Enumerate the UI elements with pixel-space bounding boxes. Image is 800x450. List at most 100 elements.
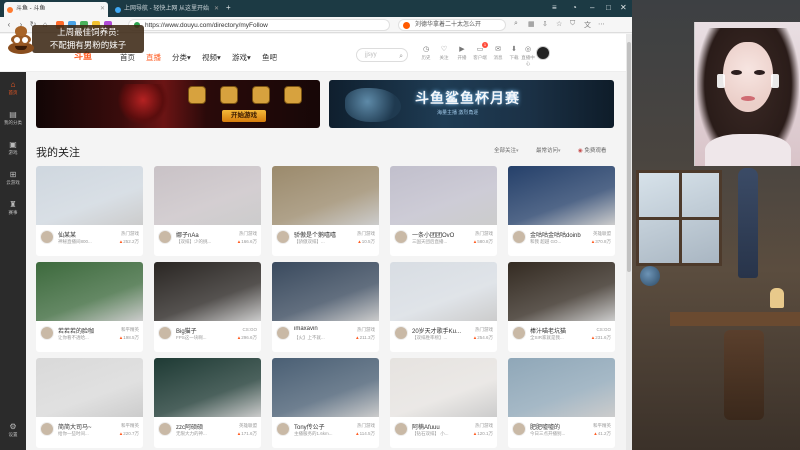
avatar[interactable] — [40, 230, 54, 244]
streamer-name[interactable]: 20岁天才歌手Ku... — [412, 326, 468, 335]
start-game-button[interactable]: 开始游戏 — [222, 110, 266, 122]
minimize-icon[interactable]: – — [590, 3, 594, 12]
streamer-name[interactable]: zzc阿硕硕 — [176, 422, 232, 431]
filter-all-follow[interactable]: 全部关注▾ — [494, 146, 519, 154]
streamer-name[interactable]: 一条小团团OvO — [412, 230, 468, 239]
stream-category[interactable]: 英雄联盟 — [593, 231, 611, 237]
avatar[interactable] — [394, 230, 408, 244]
nav-video[interactable]: 视频▾ — [202, 52, 221, 63]
streamer-name[interactable]: 娜子nAa — [176, 230, 232, 239]
avatar[interactable] — [40, 422, 54, 436]
stream-card[interactable]: 简简大司马~ 和平精英 给你一些时间... ▲220.7万 — [36, 358, 143, 448]
stream-card[interactable]: 20岁天才歌手Ku... 热门游戏 【双排胜率榜】... ▲254.6万 — [390, 262, 497, 352]
more-icon[interactable]: ⋯ — [598, 20, 605, 28]
extension-icon[interactable]: ▦ — [528, 20, 535, 28]
window-close-icon[interactable]: ✕ — [620, 3, 627, 12]
stream-thumbnail[interactable] — [272, 166, 379, 225]
avatar[interactable] — [394, 422, 408, 436]
stream-card[interactable]: 若若若的脸咖 和平精英 让你看不透哈... ▲198.5万 — [36, 262, 143, 352]
nav-category[interactable]: 分类▾ — [172, 52, 191, 63]
header-live[interactable]: ▶ 开播 — [454, 45, 470, 61]
avatar[interactable] — [276, 326, 290, 340]
avatar[interactable] — [158, 422, 172, 436]
streamer-name[interactable]: 仙某某 — [58, 230, 114, 239]
stream-card[interactable]: Tony传公子 热门游戏 主播服务的1.6km... ▲114.5万 — [272, 358, 379, 448]
download-icon[interactable]: ⇩ — [542, 20, 548, 28]
streamer-name[interactable]: Tony传公子 — [294, 422, 350, 431]
streamer-name[interactable]: 简简大司马~ — [58, 422, 114, 431]
streamer-name[interactable]: 肥肥嘘嘘的 — [530, 422, 586, 431]
stream-category[interactable]: 英雄联盟 — [239, 423, 257, 429]
skin-icon[interactable]: ◔ — [572, 3, 577, 12]
stream-card[interactable]: 肥肥嘘嘘的 和平精英 今日三点开播别... ▲41.2万 — [508, 358, 615, 448]
stream-category[interactable]: CS:GO — [242, 327, 257, 332]
stream-thumbnail[interactable] — [154, 166, 261, 225]
stream-card[interactable]: 棒汁喵老坑猫 CS:GO 全SIR家就是我... ▲231.6万 — [508, 262, 615, 352]
avatar[interactable] — [276, 230, 290, 244]
stream-thumbnail[interactable] — [36, 262, 143, 321]
close-icon[interactable]: ✕ — [100, 2, 105, 17]
avatar[interactable] — [158, 326, 172, 340]
sidebar-item-home[interactable]: ⌂ 首页 — [0, 80, 26, 96]
header-center[interactable]: ◎ 直播中心 — [520, 45, 536, 67]
stream-thumbnail[interactable] — [154, 262, 261, 321]
menu-icon[interactable]: ≡ — [552, 3, 557, 12]
scrollbar-thumb[interactable] — [627, 42, 631, 272]
streamer-name[interactable]: 阿楠Afuuu — [412, 422, 468, 431]
stream-thumbnail[interactable] — [154, 358, 261, 417]
stream-thumbnail[interactable] — [390, 262, 497, 321]
streamer-name[interactable]: imaxavin — [294, 326, 350, 332]
stream-category[interactable]: 和平精英 — [121, 327, 139, 333]
game-ad-banner[interactable]: 开始游戏 — [36, 80, 320, 128]
browser-search-input[interactable]: 刘德华拿着二十太怎么开 — [398, 19, 506, 31]
stream-thumbnail[interactable] — [36, 166, 143, 225]
filter-free-watch[interactable]: ◉ 免费观看 — [578, 146, 606, 154]
stream-category[interactable]: 热门游戏 — [357, 423, 375, 429]
close-icon[interactable]: ✕ — [214, 2, 219, 17]
header-history[interactable]: ◷ 历史 — [418, 45, 434, 61]
stream-card[interactable]: 仙某某 热门游戏 神秘直播间800... ▲252.2万 — [36, 166, 143, 256]
stream-thumbnail[interactable] — [272, 262, 379, 321]
stream-category[interactable]: 和平精英 — [121, 423, 139, 429]
streamer-name[interactable]: 棒汁喵老坑猫 — [530, 326, 586, 335]
search-icon[interactable]: ⌕ — [399, 51, 403, 63]
avatar[interactable] — [512, 422, 526, 436]
stream-category[interactable]: 热门游戏 — [357, 231, 375, 237]
search-icon[interactable]: ⌕ — [514, 20, 518, 28]
stream-card[interactable]: 阿楠Afuuu 热门游戏 【钻石双排】 小... ▲120.1万 — [390, 358, 497, 448]
stream-card[interactable]: zzc阿硕硕 英雄联盟 无限大力的神... ▲171.6万 — [154, 358, 261, 448]
sidebar-item-events[interactable]: ♜ 赛事 — [0, 200, 26, 216]
tab-hao[interactable]: 上网导航 - 轻快上网 从这里开始 ✕ — [112, 2, 222, 17]
header-follow[interactable]: ♡ 关注 — [436, 45, 452, 61]
nav-live[interactable]: 直播 — [146, 52, 161, 63]
sidebar-item-cloud[interactable]: ⊞ 云游戏 — [0, 170, 26, 186]
avatar[interactable] — [158, 230, 172, 244]
stream-category[interactable]: 热门游戏 — [239, 231, 257, 237]
avatar[interactable] — [394, 326, 408, 340]
stream-card[interactable]: 一条小团团OvO 热门游戏 三国天团后直播... ▲580.8万 — [390, 166, 497, 256]
stream-category[interactable]: 热门游戏 — [475, 231, 493, 237]
stream-thumbnail[interactable] — [36, 358, 143, 417]
stream-category[interactable]: CS:GO — [596, 327, 611, 332]
stream-category[interactable]: 热门游戏 — [121, 231, 139, 237]
nav-yuba[interactable]: 鱼吧 — [262, 52, 277, 63]
streamer-name[interactable]: 金咕咕金咕咕doinb — [530, 230, 586, 239]
sidebar-item-category[interactable]: ▤ 我的分类 — [0, 110, 26, 126]
nav-game[interactable]: 游戏▾ — [232, 52, 251, 63]
avatar[interactable] — [512, 326, 526, 340]
streamer-name[interactable]: Big猫子 — [176, 326, 232, 335]
tab-douyu[interactable]: 斗鱼 - 斗鱼 ✕ — [4, 2, 108, 17]
streamer-name[interactable]: 若若若的脸咖 — [58, 326, 114, 335]
stream-category[interactable]: 热门游戏 — [475, 327, 493, 333]
avatar[interactable] — [512, 230, 526, 244]
stream-thumbnail[interactable] — [390, 166, 497, 225]
header-client[interactable]: ▭ 1 客户端 — [472, 42, 488, 61]
tournament-banner[interactable]: 斗鱼鲨鱼杯月赛 海量主播 激烈角逐 — [329, 80, 614, 128]
shield-icon[interactable]: ⛉ — [570, 20, 575, 28]
sidebar-item-games[interactable]: ▣ 游戏 — [0, 140, 26, 156]
avatar[interactable] — [40, 326, 54, 340]
sidebar-item-settings[interactable]: ⚙ 设置 — [0, 422, 26, 438]
stream-thumbnail[interactable] — [508, 358, 615, 417]
header-message[interactable]: ✉ 消息 — [490, 45, 506, 61]
stream-thumbnail[interactable] — [508, 262, 615, 321]
